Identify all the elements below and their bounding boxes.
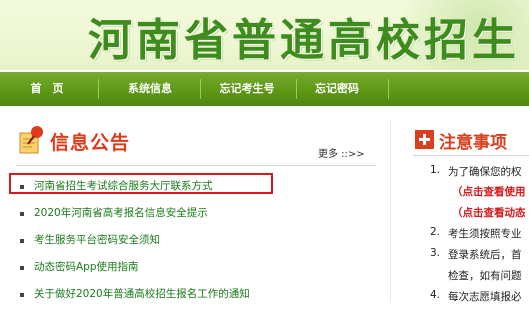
attention-divider xyxy=(413,155,529,156)
list-item: 关于做好2020年普通高校招生报名工作的通知 xyxy=(18,282,250,309)
plus-icon xyxy=(415,130,434,149)
nav-item-forgot-password[interactable]: 忘记密码 xyxy=(300,72,374,106)
attention-num: 3. xyxy=(430,247,441,259)
attention-num: 2. xyxy=(430,226,441,238)
nav-item-home[interactable]: 首 页 xyxy=(12,72,82,106)
header-banner: 河南省普通高校招生 xyxy=(0,0,529,70)
list-item: 动态密码App使用指南 xyxy=(18,255,250,282)
notice-link[interactable]: 2020年河南省高考报名信息安全提示 xyxy=(34,207,208,219)
notice-divider xyxy=(16,165,376,166)
attention-num: 1. xyxy=(430,164,441,176)
main-nav: 首 页 系统信息 忘记考生号 忘记密码 xyxy=(0,72,529,106)
bullet-icon xyxy=(20,266,24,270)
nav-separator xyxy=(296,79,297,99)
notice-link[interactable]: 关于做好2020年普通高校招生报名工作的通知 xyxy=(34,288,250,300)
nav-separator xyxy=(200,79,201,99)
nav-separator xyxy=(98,79,99,99)
list-item: 考生服务平台密码安全须知 xyxy=(18,228,250,255)
list-item: 2020年河南省高考报名信息安全提示 xyxy=(18,201,250,228)
usage-link[interactable]: （点击查看使用 xyxy=(452,184,526,199)
bullet-icon xyxy=(20,293,24,297)
dynamic-password-link[interactable]: （点击查看动态 xyxy=(452,205,526,220)
bullet-icon xyxy=(20,239,24,243)
notice-title: 信息公告 xyxy=(50,132,131,154)
notice-link[interactable]: 动态密码App使用指南 xyxy=(34,261,139,273)
attention-text: 检查，如有问题 xyxy=(448,270,522,282)
notice-list: 河南省招生考试综合服务大厅联系方式 2020年河南省高考报名信息安全提示 考生服… xyxy=(18,174,250,309)
attention-text: 登录系统后，首 xyxy=(448,249,522,261)
attention-num: 4. xyxy=(430,289,441,301)
column-divider xyxy=(390,120,391,302)
more-link[interactable]: 更多 ::>> xyxy=(318,145,365,160)
selection-highlight xyxy=(9,173,273,194)
attention-text: 考生须按照专业 xyxy=(448,228,522,240)
site-title: 河南省普通高校招生 xyxy=(88,15,520,66)
nav-separator xyxy=(388,79,389,99)
nav-item-forgot-id[interactable]: 忘记考生号 xyxy=(206,72,288,106)
bullet-icon xyxy=(20,212,24,216)
attention-title: 注意事项 xyxy=(439,133,507,153)
nav-item-system-info[interactable]: 系统信息 xyxy=(110,72,190,106)
attention-text: 为了确保您的权 xyxy=(448,166,522,178)
pin-note-icon xyxy=(19,126,43,154)
notice-link[interactable]: 考生服务平台密码安全须知 xyxy=(34,234,160,246)
